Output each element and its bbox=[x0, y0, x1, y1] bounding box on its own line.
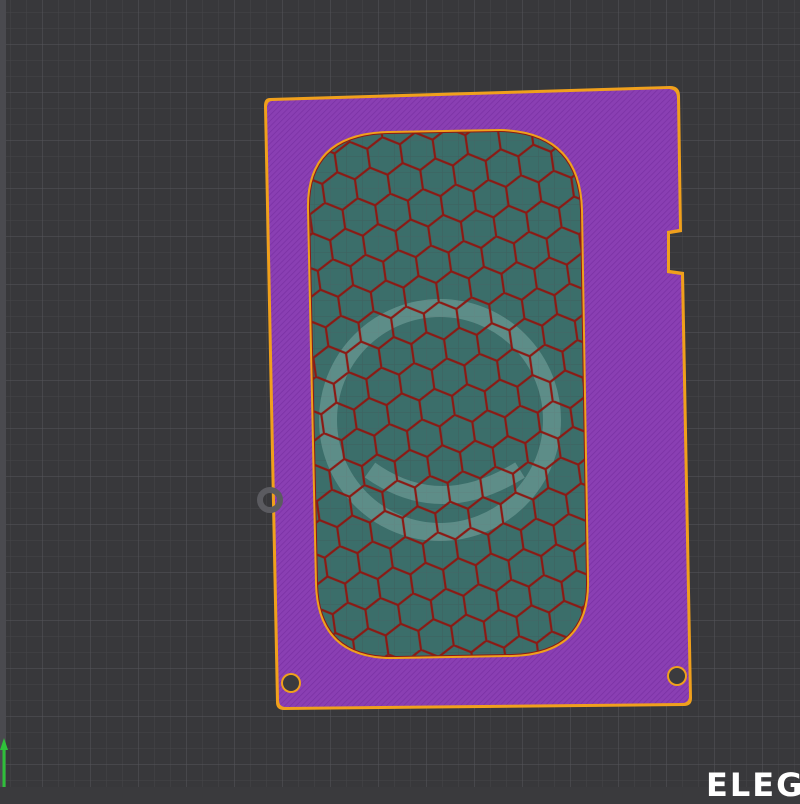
build-plate-edge bbox=[0, 0, 6, 787]
model-panel[interactable] bbox=[264, 86, 692, 710]
build-plate-scene[interactable] bbox=[0, 0, 800, 787]
honeycomb-window bbox=[309, 132, 587, 657]
build-plate-label: ELEG bbox=[706, 766, 800, 804]
mounting-hole-left bbox=[281, 673, 301, 693]
3d-viewport[interactable]: ELEG bbox=[0, 0, 800, 804]
mounting-hole-right bbox=[667, 666, 687, 686]
